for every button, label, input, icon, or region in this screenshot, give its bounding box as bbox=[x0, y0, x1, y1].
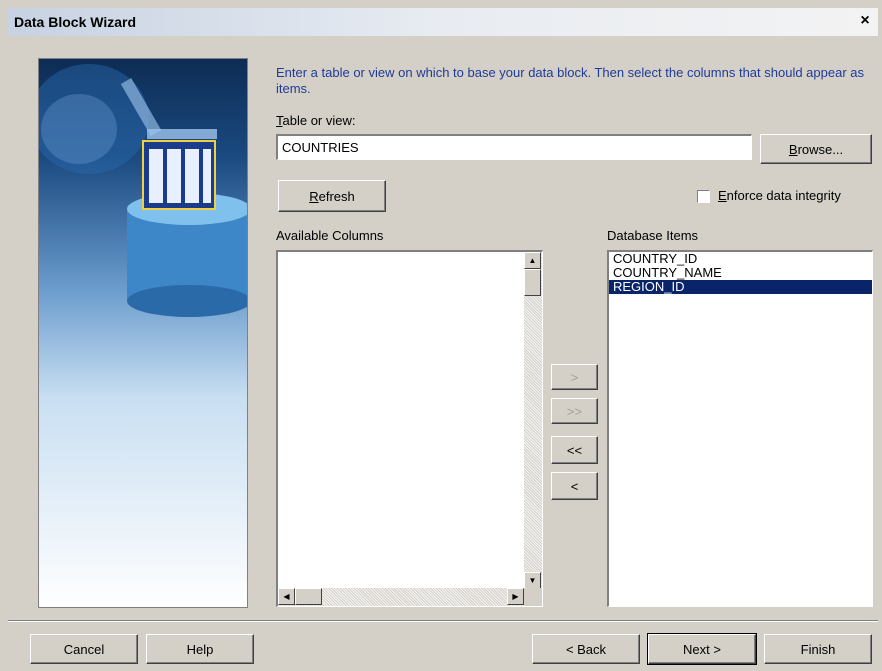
list-item[interactable]: COUNTRY_NAME bbox=[609, 266, 872, 280]
database-items-label: Database Items bbox=[607, 228, 699, 243]
list-item[interactable]: REGION_ID bbox=[609, 280, 872, 294]
finish-button[interactable]: Finish bbox=[764, 634, 872, 664]
footer-divider bbox=[8, 620, 878, 622]
available-columns-list[interactable]: ▲ ▼ ◀ ▶ bbox=[276, 250, 543, 607]
refresh-label-rest: efresh bbox=[318, 188, 355, 204]
database-items-list[interactable]: COUNTRY_ID COUNTRY_NAME REGION_ID bbox=[607, 250, 873, 607]
help-button[interactable]: Help bbox=[146, 634, 254, 664]
table-or-view-label-rest: able or view: bbox=[282, 113, 356, 128]
instructions-text: Enter a table or view on which to base y… bbox=[276, 65, 864, 96]
title-bar: Data Block Wizard × bbox=[8, 8, 878, 36]
scrollbar-corner bbox=[524, 588, 542, 606]
vertical-scroll-thumb[interactable] bbox=[524, 269, 541, 296]
list-item[interactable]: COUNTRY_ID bbox=[609, 252, 872, 266]
window-title: Data Block Wizard bbox=[14, 14, 137, 30]
horizontal-scroll-thumb[interactable] bbox=[295, 588, 322, 605]
browse-label-rest: rowse... bbox=[797, 141, 844, 157]
database-graphic bbox=[39, 64, 247, 317]
cancel-button[interactable]: Cancel bbox=[30, 634, 138, 664]
enforce-integrity-label[interactable]: Enforce data integrity bbox=[718, 188, 841, 203]
move-selected-right-button[interactable]: > bbox=[551, 364, 598, 390]
enforce-integrity-label-rest: nforce data integrity bbox=[726, 188, 841, 203]
mnemonic-e: E bbox=[718, 188, 727, 203]
back-button[interactable]: < Back bbox=[532, 634, 640, 664]
refresh-button[interactable]: Refresh bbox=[278, 180, 386, 212]
next-button[interactable]: Next > bbox=[647, 633, 757, 665]
scroll-right-arrow-icon[interactable]: ▶ bbox=[507, 588, 524, 605]
mnemonic-r: R bbox=[309, 188, 319, 204]
close-icon[interactable]: × bbox=[856, 12, 874, 30]
move-all-left-button[interactable]: << bbox=[551, 436, 598, 464]
scroll-left-arrow-icon[interactable]: ◀ bbox=[278, 588, 295, 605]
vertical-scrollbar[interactable]: ▲ ▼ bbox=[524, 252, 542, 589]
table-or-view-label: Table or view: bbox=[276, 113, 355, 128]
move-all-right-button[interactable]: >> bbox=[551, 398, 598, 424]
enforce-integrity-checkbox[interactable] bbox=[697, 190, 710, 203]
scroll-down-arrow-icon[interactable]: ▼ bbox=[524, 572, 541, 589]
wizard-banner-image bbox=[38, 58, 248, 608]
table-or-view-input[interactable] bbox=[276, 134, 752, 160]
available-columns-label: Available Columns bbox=[276, 228, 384, 243]
move-selected-left-button[interactable]: < bbox=[551, 472, 598, 500]
horizontal-scrollbar[interactable]: ◀ ▶ bbox=[278, 588, 524, 606]
browse-button[interactable]: Browse... bbox=[760, 134, 872, 164]
scroll-up-arrow-icon[interactable]: ▲ bbox=[524, 252, 541, 269]
mnemonic-b: B bbox=[788, 141, 798, 157]
